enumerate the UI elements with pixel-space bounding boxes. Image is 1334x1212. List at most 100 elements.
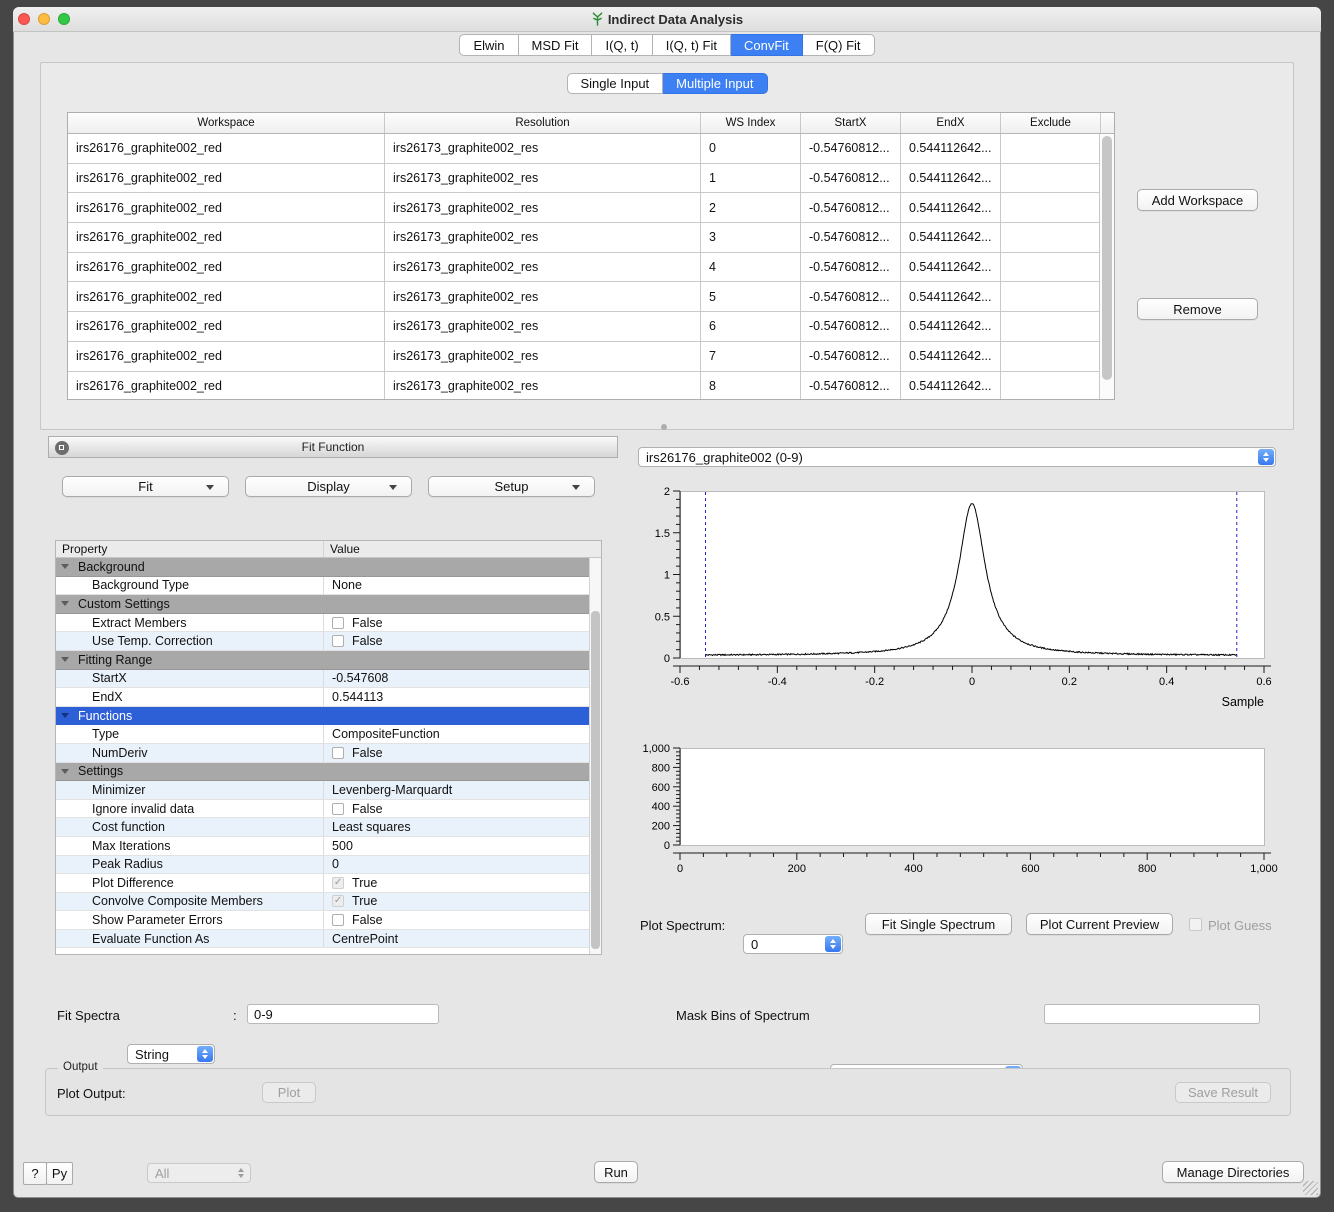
property-row-plot-difference[interactable]: Plot Difference✓True [56,874,601,893]
add-workspace-button[interactable]: Add Workspace [1137,189,1258,211]
fit-single-spectrum-button[interactable]: Fit Single Spectrum [865,913,1012,935]
display-menu-button[interactable]: Display [245,476,412,497]
plot-current-preview-button[interactable]: Plot Current Preview [1026,913,1173,935]
cell-resolution[interactable]: irs26173_graphite002_res [385,164,701,193]
property-row-peak-radius[interactable]: Peak Radius0 [56,856,601,875]
cell-exclude[interactable] [1001,223,1101,252]
cell-workspace[interactable]: irs26176_graphite002_red [68,312,385,341]
zoom-window-button[interactable] [58,13,70,25]
property-value-cell[interactable]: False [323,632,601,650]
cell-exclude[interactable] [1001,372,1101,401]
property-value-cell[interactable]: False [323,744,601,762]
cell-endx[interactable]: 0.544112642... [901,253,1001,282]
property-value-cell[interactable]: CompositeFunction [323,725,601,743]
property-value-cell[interactable]: CentrePoint [323,930,601,948]
input-mode-single-input[interactable]: Single Input [567,73,664,94]
property-row-background[interactable]: Background [56,558,601,577]
remove-workspace-button[interactable]: Remove [1137,298,1258,320]
tab-elwin[interactable]: Elwin [459,34,518,56]
property-row-evaluate-function-as[interactable]: Evaluate Function AsCentrePoint [56,930,601,949]
property-row-type[interactable]: TypeCompositeFunction [56,725,601,744]
cell-startx[interactable]: -0.54760812... [801,372,901,401]
property-row-use-temp-correction[interactable]: Use Temp. CorrectionFalse [56,632,601,651]
cell-startx[interactable]: -0.54760812... [801,223,901,252]
property-row-show-parameter-errors[interactable]: Show Parameter ErrorsFalse [56,911,601,930]
run-button[interactable]: Run [594,1161,638,1183]
cell-ws-index[interactable]: 2 [701,193,801,222]
table-scrollbar-thumb[interactable] [1102,136,1112,380]
cell-resolution[interactable]: irs26173_graphite002_res [385,342,701,371]
cell-endx[interactable]: 0.544112642... [901,223,1001,252]
tab-f-q-fit[interactable]: F(Q) Fit [803,34,875,56]
input-mode-multiple-input[interactable]: Multiple Input [663,73,767,94]
property-row-cost-function[interactable]: Cost functionLeast squares [56,818,601,837]
cell-endx[interactable]: 0.544112642... [901,164,1001,193]
value-checkbox[interactable] [332,803,344,815]
cell-ws-index[interactable]: 3 [701,223,801,252]
cell-resolution[interactable]: irs26173_graphite002_res [385,134,701,163]
cell-startx[interactable]: -0.54760812... [801,134,901,163]
cell-ws-index[interactable]: 6 [701,312,801,341]
minimize-window-button[interactable] [38,13,50,25]
cell-ws-index[interactable]: 4 [701,253,801,282]
tab-i-q-t-fit[interactable]: I(Q, t) Fit [653,34,731,56]
property-row-ignore-invalid-data[interactable]: Ignore invalid dataFalse [56,800,601,819]
setup-menu-button[interactable]: Setup [428,476,595,497]
cell-exclude[interactable] [1001,312,1101,341]
cell-endx[interactable]: 0.544112642... [901,282,1001,311]
cell-workspace[interactable]: irs26176_graphite002_red [68,193,385,222]
cell-workspace[interactable]: irs26176_graphite002_red [68,342,385,371]
cell-exclude[interactable] [1001,282,1101,311]
cell-startx[interactable]: -0.54760812... [801,164,901,193]
property-grid-scrollbar[interactable] [589,558,601,954]
cell-ws-index[interactable]: 5 [701,282,801,311]
cell-endx[interactable]: 0.544112642... [901,372,1001,401]
collapse-triangle-icon[interactable] [61,769,69,774]
fit-preview-plot[interactable]: 02004006008001,00002004006008001,000 [638,738,1290,888]
cell-ws-index[interactable]: 7 [701,342,801,371]
cell-endx[interactable]: 0.544112642... [901,342,1001,371]
cell-endx[interactable]: 0.544112642... [901,134,1001,163]
fit-menu-button[interactable]: Fit [62,476,229,497]
value-checkbox[interactable] [332,914,344,926]
property-row-settings[interactable]: Settings [56,763,601,782]
cell-resolution[interactable]: irs26173_graphite002_res [385,312,701,341]
cell-endx[interactable]: 0.544112642... [901,193,1001,222]
property-value-cell[interactable]: 0.544113 [323,688,601,706]
property-row-functions[interactable]: Functions [56,707,601,726]
fit-spectra-mode-selector[interactable]: String [127,1044,215,1064]
property-row-max-iterations[interactable]: Max Iterations500 [56,837,601,856]
cell-exclude[interactable] [1001,134,1101,163]
property-row-startx[interactable]: StartX-0.547608 [56,670,601,689]
collapse-triangle-icon[interactable] [61,601,69,606]
cell-ws-index[interactable]: 1 [701,164,801,193]
cell-startx[interactable]: -0.54760812... [801,253,901,282]
manage-directories-button[interactable]: Manage Directories [1162,1161,1304,1183]
property-value-cell[interactable]: False [323,800,601,818]
cell-resolution[interactable]: irs26173_graphite002_res [385,372,701,401]
property-row-endx[interactable]: EndX0.544113 [56,688,601,707]
close-window-button[interactable] [18,13,30,25]
property-value-cell[interactable]: 500 [323,837,601,855]
sample-plot-canvas[interactable]: 00.511.52-0.6-0.4-0.200.20.40.6Sample [638,482,1290,716]
value-checkbox[interactable] [332,617,344,629]
cell-exclude[interactable] [1001,164,1101,193]
collapse-triangle-icon[interactable] [61,713,69,718]
cell-resolution[interactable]: irs26173_graphite002_res [385,193,701,222]
cell-workspace[interactable]: irs26176_graphite002_red [68,372,385,401]
property-row-custom-settings[interactable]: Custom Settings [56,595,601,614]
cell-resolution[interactable]: irs26173_graphite002_res [385,282,701,311]
property-row-extract-members[interactable]: Extract MembersFalse [56,614,601,633]
cell-startx[interactable]: -0.54760812... [801,312,901,341]
tab-i-q-t[interactable]: I(Q, t) [592,34,652,56]
cell-workspace[interactable]: irs26176_graphite002_red [68,282,385,311]
property-value-cell[interactable]: ✓True [323,893,601,911]
sample-plot[interactable]: 00.511.52-0.6-0.4-0.200.20.40.6Sample [638,482,1290,716]
fit-spectra-range-input[interactable] [247,1004,439,1024]
cell-ws-index[interactable]: 8 [701,372,801,401]
float-panel-icon[interactable] [55,441,69,455]
value-checkbox[interactable] [332,635,344,647]
mask-bins-input[interactable] [1044,1004,1260,1024]
fit-preview-plot-canvas[interactable]: 02004006008001,00002004006008001,000 [638,738,1290,888]
property-value-cell[interactable]: False [323,911,601,929]
